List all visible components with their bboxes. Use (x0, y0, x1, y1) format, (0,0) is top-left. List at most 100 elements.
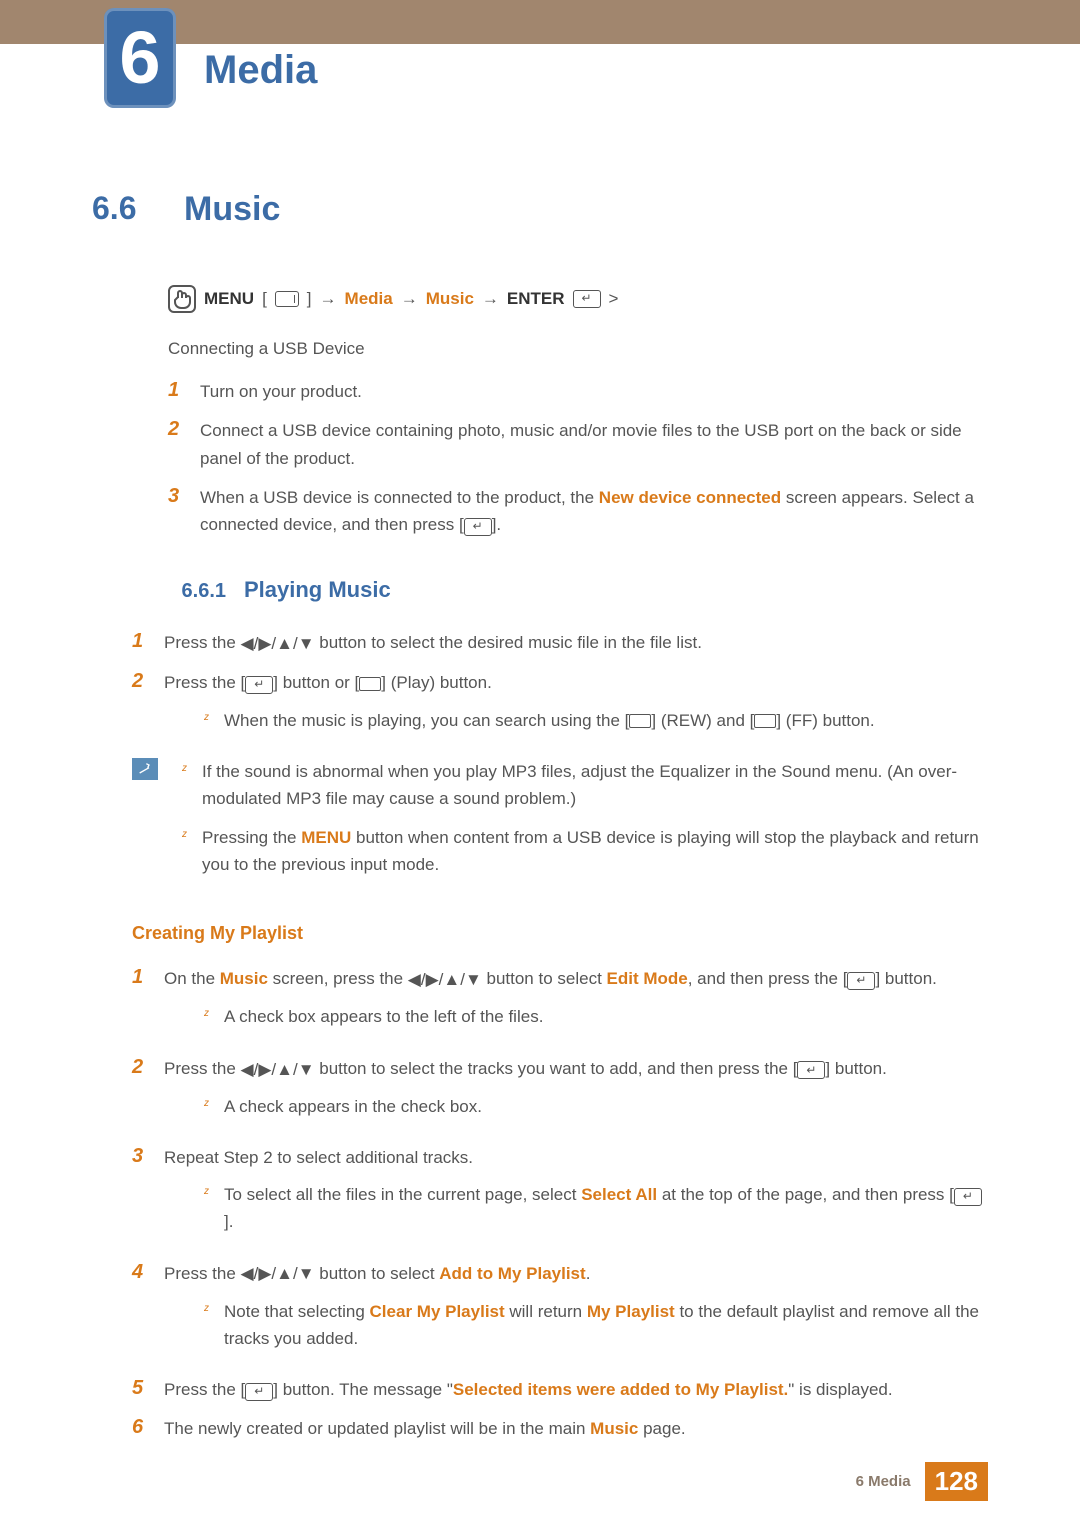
step-text: Press the ◀/▶/▲/▼ button to select Add t… (164, 1260, 988, 1364)
step-num: 2 (168, 417, 186, 471)
highlight: MENU (301, 828, 351, 847)
list-item: 3 Repeat Step 2 to select additional tra… (132, 1144, 988, 1248)
arrow-icon: → (482, 285, 499, 312)
media-label: Media (345, 285, 393, 312)
list-item: 1 Turn on your product. (168, 378, 988, 405)
sub-item: Note that selecting Clear My Playlist wi… (204, 1298, 988, 1352)
playlist-heading: Creating My Playlist (132, 919, 988, 948)
highlight: Select All (581, 1185, 657, 1204)
chapter-number: 6 (104, 8, 176, 108)
highlight: Clear My Playlist (370, 1302, 505, 1321)
menu-label: MENU (204, 285, 254, 312)
enter-icon (464, 518, 492, 536)
bracket: ] (307, 285, 312, 312)
nav-path: MENU [] → Media → Music → ENTER > (168, 285, 988, 313)
step-text: The newly created or updated playlist wi… (164, 1415, 988, 1442)
note-item: If the sound is abnormal when you play M… (182, 758, 988, 812)
button-icon (359, 677, 381, 691)
note-list: If the sound is abnormal when you play M… (172, 758, 988, 891)
step-num: 1 (168, 378, 186, 405)
enter-icon (573, 290, 601, 308)
note-block: If the sound is abnormal when you play M… (132, 758, 988, 891)
step-num: 3 (168, 484, 186, 538)
footer-label: 6 Media (856, 1473, 911, 1490)
step-num: 3 (132, 1144, 150, 1248)
list-item: 6 The newly created or updated playlist … (132, 1415, 988, 1442)
list-item: 2 Press the [] button or [] (Play) butto… (132, 669, 988, 745)
dpad-icon: ◀/▶/▲/▼ (408, 966, 482, 993)
sub-list: To select all the files in the current p… (164, 1181, 988, 1235)
list-item: 1 Press the ◀/▶/▲/▼ button to select the… (132, 629, 988, 657)
subsection-header: 6.6.1 Playing Music (92, 572, 988, 607)
highlight: New device connected (599, 488, 781, 507)
playlist-steps: 1 On the Music screen, press the ◀/▶/▲/▼… (132, 965, 988, 1442)
button-icon (629, 714, 651, 728)
intro-text: Connecting a USB Device (168, 335, 988, 362)
gt: > (609, 285, 619, 312)
sub-item: When the music is playing, you can searc… (204, 707, 988, 734)
highlight: Selected items were added to My Playlist… (453, 1380, 788, 1399)
sub-list: Note that selecting Clear My Playlist wi… (164, 1298, 988, 1352)
subsection-title: Playing Music (244, 572, 391, 607)
chapter-badge: 6 (104, 8, 176, 108)
page-number: 128 (925, 1462, 988, 1501)
enter-label: ENTER (507, 285, 565, 312)
note-item: Pressing the MENU button when content fr… (182, 824, 988, 878)
step-text: Press the [] button or [] (Play) button.… (164, 669, 988, 745)
dpad-icon: ◀/▶/▲/▼ (241, 1056, 315, 1083)
step-text: On the Music screen, press the ◀/▶/▲/▼ b… (164, 965, 988, 1042)
list-item: 2 Connect a USB device containing photo,… (168, 417, 988, 471)
step-text: Press the ◀/▶/▲/▼ button to select the t… (164, 1055, 988, 1132)
usb-steps: 1 Turn on your product. 2 Connect a USB … (168, 378, 988, 538)
sub-list: A check appears in the check box. (164, 1093, 988, 1120)
step-num: 4 (132, 1260, 150, 1364)
chapter-title: Media (204, 48, 317, 93)
highlight: My Playlist (587, 1302, 675, 1321)
list-item: 3 When a USB device is connected to the … (168, 484, 988, 538)
step-num: 2 (132, 1055, 150, 1132)
remote-icon (275, 291, 299, 307)
list-item: 2 Press the ◀/▶/▲/▼ button to select the… (132, 1055, 988, 1132)
enter-icon (245, 1383, 273, 1401)
music-label: Music (426, 285, 474, 312)
highlight: Music (220, 969, 268, 988)
highlight: Add to My Playlist (439, 1264, 585, 1283)
enter-icon (954, 1188, 982, 1206)
button-icon (754, 714, 776, 728)
enter-icon (797, 1061, 825, 1079)
bracket: [ (262, 285, 267, 312)
step-num: 1 (132, 629, 150, 657)
arrow-icon: → (320, 285, 337, 312)
sub-list: When the music is playing, you can searc… (164, 707, 988, 734)
sub-item: A check appears in the check box. (204, 1093, 988, 1120)
section-header: 6.6 Music (92, 190, 988, 229)
list-item: 4 Press the ◀/▶/▲/▼ button to select Add… (132, 1260, 988, 1364)
subsection-number: 6.6.1 (168, 575, 226, 607)
footer: 6 Media 128 (856, 1462, 988, 1501)
dpad-icon: ◀/▶/▲/▼ (241, 630, 315, 657)
play-steps: 1 Press the ◀/▶/▲/▼ button to select the… (92, 629, 988, 745)
enter-icon (847, 972, 875, 990)
note-icon (132, 758, 158, 780)
step-num: 6 (132, 1415, 150, 1442)
step-text: Press the [] button. The message "Select… (164, 1376, 988, 1403)
section-title: Music (184, 190, 280, 229)
sub-list: A check box appears to the left of the f… (164, 1003, 988, 1030)
section-number: 6.6 (92, 190, 160, 229)
step-text: Connect a USB device containing photo, m… (200, 417, 988, 471)
dpad-icon: ◀/▶/▲/▼ (241, 1260, 315, 1287)
step-text: Turn on your product. (200, 378, 988, 405)
body: MENU [] → Media → Music → ENTER > Connec… (168, 285, 988, 1442)
list-item: 1 On the Music screen, press the ◀/▶/▲/▼… (132, 965, 988, 1042)
highlight: Edit Mode (607, 969, 688, 988)
step-num: 2 (132, 669, 150, 745)
step-text: Repeat Step 2 to select additional track… (164, 1144, 988, 1248)
sub-item: A check box appears to the left of the f… (204, 1003, 988, 1030)
page: 6 Media 6.6 Music MENU [] → Media → Musi… (0, 0, 1080, 1527)
content: 6.6 Music MENU [] → Media → Music → ENTE… (92, 190, 988, 1454)
step-text: Press the ◀/▶/▲/▼ button to select the d… (164, 629, 988, 657)
sub-item: To select all the files in the current p… (204, 1181, 988, 1235)
hand-icon (168, 285, 196, 313)
arrow-icon: → (401, 285, 418, 312)
list-item: 5 Press the [] button. The message "Sele… (132, 1376, 988, 1403)
